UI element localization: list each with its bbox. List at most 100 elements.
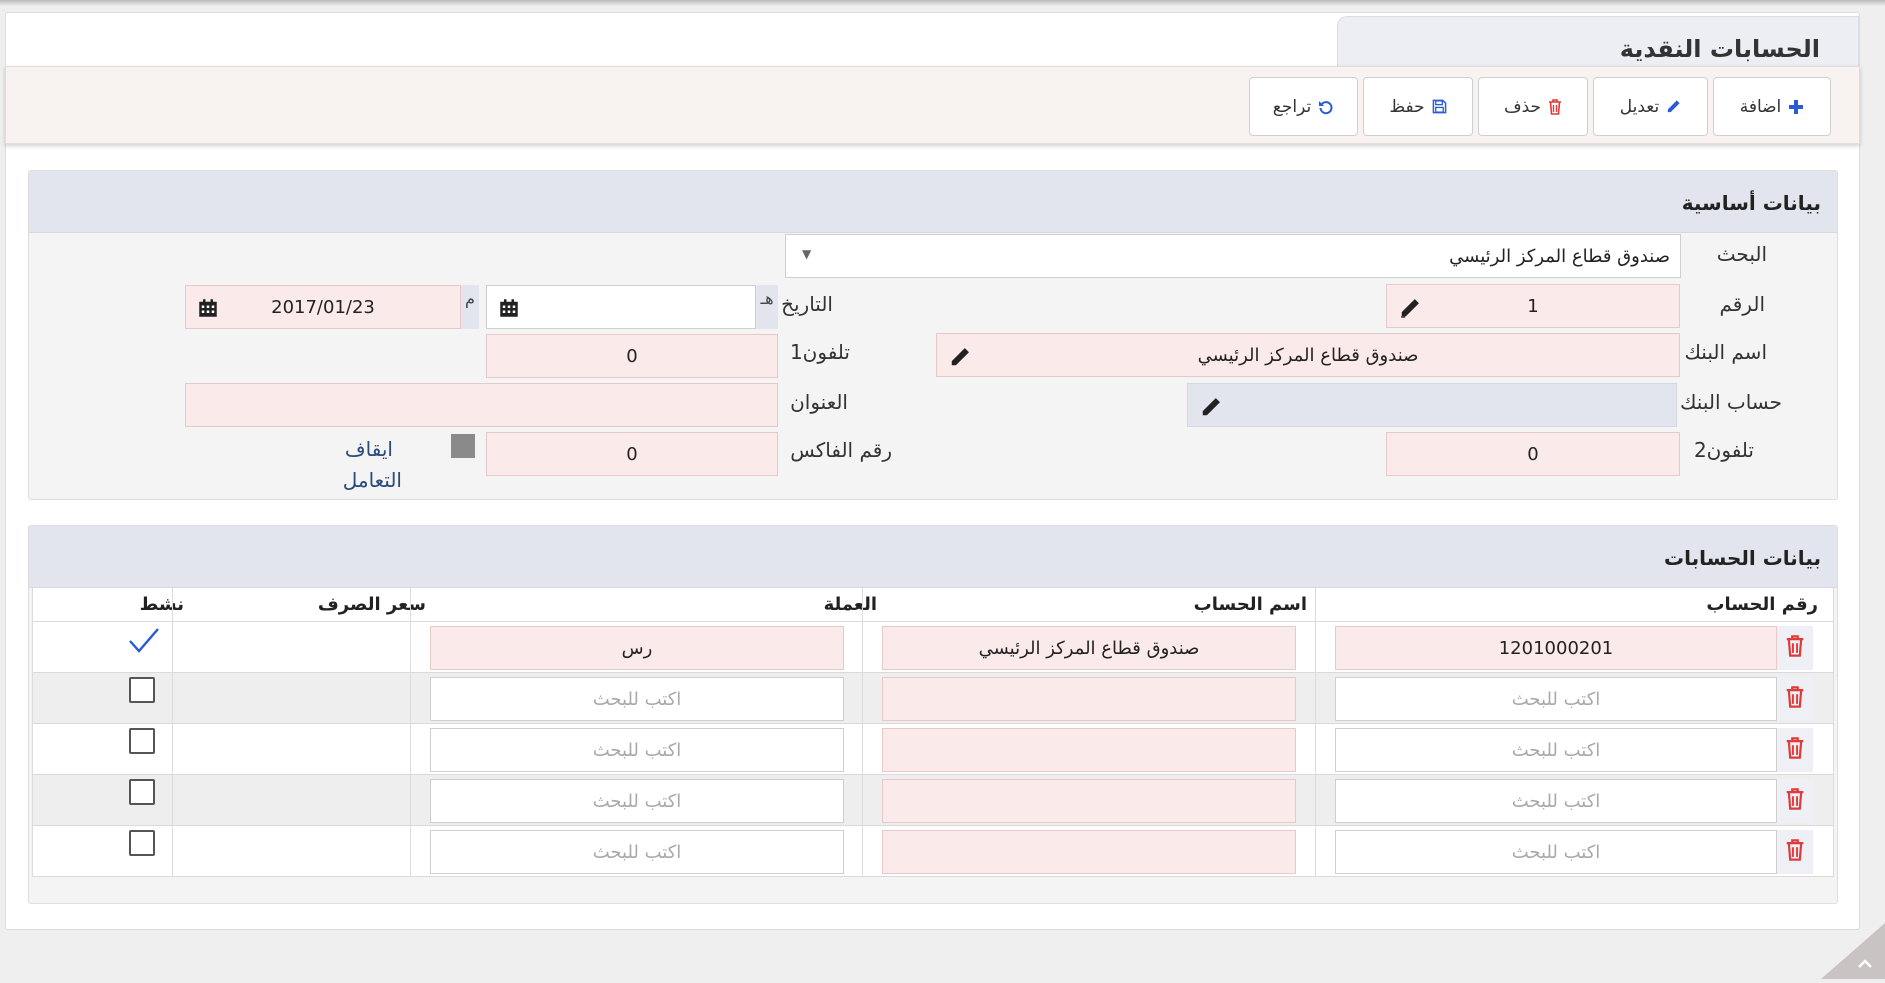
number-value: 1 (1527, 296, 1538, 317)
active-checkbox[interactable] (129, 779, 155, 805)
col-active: نشط (140, 594, 184, 615)
hijri-marker: هـ (756, 285, 778, 329)
search-select-value: صندوق قطاع المركز الرئيسي (1449, 246, 1670, 267)
pencil-icon[interactable] (949, 346, 971, 368)
table-row: اكتب للبحث اكتب للبحث (32, 673, 1834, 724)
account-name-input[interactable] (882, 830, 1296, 874)
account-name-input[interactable]: صندوق قطاع المركز الرئيسي (882, 626, 1296, 670)
pencil-icon[interactable] (1399, 297, 1421, 319)
top-shadow (0, 0, 1885, 6)
active-check-icon[interactable] (127, 626, 161, 660)
column-divider (1315, 588, 1316, 877)
gregorian-marker: م (461, 285, 479, 329)
pencil-icon (1666, 99, 1681, 114)
currency-placeholder: اكتب للبحث (593, 689, 682, 710)
date-label: التاريخ (781, 292, 833, 316)
gregorian-date-field[interactable]: 2017/01/23 (185, 285, 461, 329)
currency-placeholder: اكتب للبحث (593, 791, 682, 812)
currency-input[interactable]: اكتب للبحث (430, 677, 844, 721)
currency-placeholder: اكتب للبحث (593, 842, 682, 863)
row-delete-button[interactable] (1777, 779, 1813, 823)
chevron-down-icon: ▼ (802, 247, 811, 261)
active-checkbox[interactable] (129, 830, 155, 856)
column-divider (1833, 588, 1834, 877)
calendar-icon[interactable] (499, 298, 519, 318)
scroll-top-button[interactable] (1821, 923, 1885, 979)
bank-name-label: اسم البنك (1684, 340, 1767, 364)
basic-data-title: بيانات أساسية (1682, 191, 1821, 215)
undo-icon (1318, 99, 1334, 115)
currency-input[interactable]: رس (430, 626, 844, 670)
undo-button[interactable]: تراجع (1249, 77, 1358, 136)
phone2-value: 0 (1527, 444, 1538, 465)
phone2-field[interactable]: 0 (1386, 432, 1680, 476)
address-label: العنوان (790, 390, 848, 414)
bank-account-label: حساب البنك (1680, 390, 1782, 414)
row-delete-button[interactable] (1777, 677, 1813, 721)
trash-icon (1548, 99, 1562, 115)
phone1-value: 0 (626, 346, 637, 367)
column-divider (32, 588, 33, 877)
account-no-input[interactable]: اكتب للبحث (1335, 830, 1777, 874)
currency-value: رس (622, 638, 653, 659)
account-no-input[interactable]: اكتب للبحث (1335, 728, 1777, 772)
fax-label: رقم الفاكس (790, 438, 892, 462)
trash-icon (1785, 635, 1805, 661)
bank-account-field[interactable] (1187, 383, 1677, 427)
undo-button-label: تراجع (1273, 97, 1311, 117)
trash-icon (1785, 788, 1805, 814)
row-delete-button[interactable] (1777, 728, 1813, 772)
currency-input[interactable]: اكتب للبحث (430, 728, 844, 772)
row-delete-button[interactable] (1777, 830, 1813, 874)
save-button-label: حفظ (1389, 97, 1424, 117)
bank-name-field[interactable]: صندوق قطاع المركز الرئيسي (936, 333, 1680, 377)
account-no-placeholder: اكتب للبحث (1512, 791, 1601, 812)
page-title: الحسابات النقدية (1620, 35, 1820, 63)
search-select[interactable]: صندوق قطاع المركز الرئيسي ▼ (785, 234, 1681, 278)
account-name-input[interactable] (882, 677, 1296, 721)
account-name-input[interactable] (882, 779, 1296, 823)
floppy-disk-icon (1432, 99, 1447, 114)
trash-icon (1785, 839, 1805, 865)
column-divider (410, 588, 411, 877)
table-row: اكتب للبحث اكتب للبحث (32, 826, 1834, 877)
currency-placeholder: اكتب للبحث (593, 740, 682, 761)
calendar-icon[interactable] (198, 298, 218, 318)
address-field[interactable] (185, 383, 778, 427)
delete-button-label: حذف (1504, 97, 1541, 117)
active-checkbox[interactable] (129, 728, 155, 754)
edit-button[interactable]: تعديل (1593, 77, 1708, 136)
active-checkbox[interactable] (129, 677, 155, 703)
page-title-tab: الحسابات النقدية (1337, 16, 1859, 66)
save-button[interactable]: حفظ (1363, 77, 1473, 136)
add-button-label: اضافة (1740, 97, 1782, 117)
currency-input[interactable]: اكتب للبحث (430, 830, 844, 874)
number-field[interactable]: 1 (1386, 284, 1680, 328)
currency-input[interactable]: اكتب للبحث (430, 779, 844, 823)
account-no-placeholder: اكتب للبحث (1512, 740, 1601, 761)
account-no-input[interactable]: اكتب للبحث (1335, 677, 1777, 721)
trash-icon (1785, 737, 1805, 763)
delete-button[interactable]: حذف (1478, 77, 1588, 136)
stop-dealing-checkbox[interactable] (451, 434, 475, 458)
table-row: 1201000201 صندوق قطاع المركز الرئيسي رس (32, 622, 1834, 673)
hijri-date-field[interactable] (486, 285, 756, 329)
number-label: الرقم (1719, 292, 1765, 316)
row-delete-button[interactable] (1777, 626, 1813, 670)
phone2-label: تلفون2 (1694, 438, 1754, 462)
fax-field[interactable]: 0 (486, 432, 778, 476)
pencil-icon[interactable] (1200, 396, 1222, 418)
accounts-title: بيانات الحسابات (1664, 546, 1821, 570)
column-divider (862, 588, 863, 877)
table-row: اكتب للبحث اكتب للبحث (32, 775, 1834, 826)
account-no-input[interactable]: اكتب للبحث (1335, 779, 1777, 823)
account-no-input[interactable]: 1201000201 (1335, 626, 1777, 670)
gregorian-date-value: 2017/01/23 (271, 297, 375, 318)
add-button[interactable]: اضافة (1713, 77, 1831, 136)
bank-name-value: صندوق قطاع المركز الرئيسي (1198, 345, 1419, 366)
stop-dealing-label-line1: ايقاف (345, 437, 393, 461)
account-no-value: 1201000201 (1499, 638, 1614, 659)
phone1-field[interactable]: 0 (486, 334, 778, 378)
account-name-input[interactable] (882, 728, 1296, 772)
account-no-placeholder: اكتب للبحث (1512, 842, 1601, 863)
